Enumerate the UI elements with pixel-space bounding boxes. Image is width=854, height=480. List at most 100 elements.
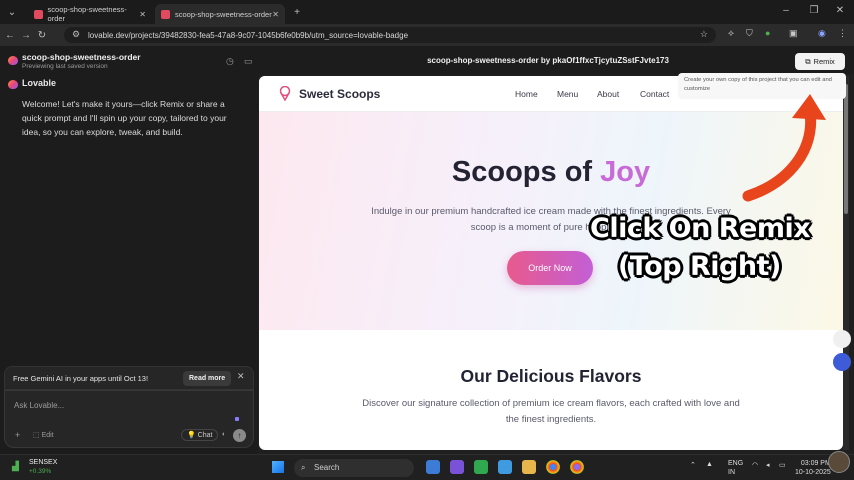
chat-label: Chat	[197, 432, 213, 439]
language-indicator[interactable]: ENG IN	[728, 459, 743, 477]
puzzle-icon[interactable]: ▣	[789, 28, 798, 39]
add-icon[interactable]: +	[15, 430, 20, 440]
nav-menu[interactable]: Menu	[557, 89, 578, 99]
minimize-icon[interactable]: –	[778, 5, 794, 16]
search-label: Search	[314, 463, 340, 472]
battery-icon[interactable]: ▭	[779, 461, 786, 469]
widgets-icon[interactable]	[426, 460, 440, 474]
taskbar-search[interactable]: ⌕ Search	[294, 459, 414, 477]
lovable-logo-icon	[8, 56, 18, 65]
time-label: 03:09 PM	[800, 460, 831, 467]
notes-icon[interactable]	[498, 460, 512, 474]
start-icon[interactable]	[272, 461, 284, 473]
close-window-icon[interactable]: ✕	[832, 5, 848, 16]
project-status: Previewing last saved version	[22, 63, 108, 70]
browser-toolbar: ← → ↻ ⚙ lovable.dev/projects/39482830-fe…	[0, 24, 854, 46]
forward-icon[interactable]: →	[18, 30, 34, 41]
wifi-icon[interactable]: ◠	[752, 461, 758, 469]
send-icon[interactable]: ↑	[233, 429, 246, 442]
lang-label: ENG	[728, 460, 744, 467]
history-icon[interactable]: ◷	[226, 56, 234, 67]
chrome-icon[interactable]	[546, 460, 560, 474]
read-more-button[interactable]: Read more	[183, 371, 232, 386]
windows-taskbar: ▟ SENSEX +0.39% ⌕ Search ⌃ ▲ ENG IN ◠ ◂ …	[0, 451, 854, 480]
lovable-favicon-icon	[161, 9, 170, 19]
project-dropdown-icon[interactable]: ⌄	[132, 52, 138, 60]
welcome-message: Welcome! Let's make it yours—click Remix…	[22, 99, 227, 137]
site-info-icon[interactable]: ⚙	[72, 29, 80, 40]
discord-widget-icon[interactable]	[833, 353, 851, 371]
ask-placeholder: Ask Lovable...	[14, 401, 65, 410]
ice-cream-icon	[279, 86, 291, 101]
date-label: 10-10-2025	[795, 469, 831, 476]
gemini-banner: Free Gemini AI in your apps until Oct 13…	[4, 366, 254, 390]
ask-lovable-input[interactable]: Ask Lovable... + ⬚ Edit 💡 Chat ◖ ↑	[4, 390, 254, 448]
webcam-avatar	[828, 451, 850, 473]
flavors-subtitle: Discover our signature collection of pre…	[362, 398, 740, 425]
region-label: IN	[728, 469, 735, 476]
hero-title-main: Scoops of	[451, 156, 593, 188]
nav-home[interactable]: Home	[515, 89, 538, 99]
sidebar-toggle-icon[interactable]: ▭	[244, 56, 253, 67]
chrome-profile-icon[interactable]	[570, 460, 584, 474]
banner-text: Free Gemini AI in your apps until Oct 13…	[13, 373, 149, 383]
bookmark-star-icon[interactable]: ☆	[700, 29, 708, 40]
tray-chevron-icon[interactable]: ⌃	[690, 461, 696, 469]
remix-label: Remix	[813, 57, 835, 66]
google-icon[interactable]: ●	[765, 28, 770, 38]
lovable-favicon-icon	[34, 9, 43, 19]
remix-icon: ⧉	[805, 56, 811, 66]
url-text: lovable.dev/projects/39482830-fea5-47a8-…	[88, 30, 409, 40]
profile-icon[interactable]: ◉	[818, 28, 826, 39]
cursor-dot-icon	[235, 417, 239, 421]
caption-line-2: (Top Right)	[618, 251, 781, 282]
shield-icon[interactable]: ⛉	[746, 28, 753, 39]
tab-close-icon[interactable]: ✕	[272, 10, 279, 19]
extension-widget-icon[interactable]	[833, 330, 851, 348]
caption-line-1: Click On Remix	[590, 213, 811, 244]
flavors-title: Our Delicious Flavors	[460, 366, 642, 386]
back-icon[interactable]: ←	[2, 30, 18, 41]
edit-button[interactable]: ⬚ Edit	[33, 431, 54, 439]
browser-tab-strip: ⌄ scoop-shop-sweetness-order ✕ scoop-sho…	[0, 0, 854, 24]
tab-label: scoop-shop-sweetness-order	[47, 5, 127, 23]
scrollbar-thumb[interactable]	[844, 84, 848, 214]
address-bar[interactable]: ⚙ lovable.dev/projects/39482830-fea5-47a…	[64, 27, 716, 43]
site-brand[interactable]: Sweet Scoops	[299, 87, 380, 101]
file-explorer-icon[interactable]	[522, 460, 536, 474]
preview-title: scoop-shop-sweetness-order by pkaOf1ffxc…	[427, 56, 669, 65]
app-icon-1[interactable]	[450, 460, 464, 474]
stock-chart-icon: ▟	[12, 461, 19, 471]
banner-close-icon[interactable]: ✕	[237, 371, 245, 382]
voice-icon[interactable]: ◖	[221, 431, 225, 438]
xbox-icon[interactable]	[474, 460, 488, 474]
volume-icon[interactable]: ◂	[766, 461, 770, 469]
order-now-button[interactable]: Order Now	[507, 251, 593, 285]
search-icon: ⌕	[301, 463, 306, 472]
new-tab-icon[interactable]: +	[289, 7, 305, 18]
preview-scrollbar[interactable]	[843, 76, 849, 450]
ticker-change: +0.39%	[29, 468, 52, 475]
reload-icon[interactable]: ↻	[34, 30, 50, 41]
tray-app-icon[interactable]: ▲	[706, 461, 713, 468]
tab-close-icon[interactable]: ✕	[139, 10, 146, 19]
sender-name: Lovable	[22, 78, 57, 88]
maximize-icon[interactable]: ❐	[806, 5, 822, 16]
annotation-arrow-icon	[742, 94, 826, 202]
tab-list-chevron-icon[interactable]: ⌄	[4, 7, 20, 18]
browser-tab-2[interactable]: scoop-shop-sweetness-order ✕	[155, 4, 285, 24]
remix-button[interactable]: ⧉ Remix	[795, 53, 845, 70]
edit-label: Edit	[41, 432, 54, 439]
nav-contact[interactable]: Contact	[640, 89, 669, 99]
clock[interactable]: 03:09 PM 10-10-2025	[795, 459, 831, 477]
hero-title-accent: Joy	[600, 156, 651, 188]
extension-icon[interactable]: ⟡	[728, 28, 734, 39]
tab-label: scoop-shop-sweetness-order	[175, 9, 272, 19]
nav-about[interactable]: About	[597, 89, 619, 99]
lovable-avatar-icon	[8, 80, 18, 89]
browser-tab-1[interactable]: scoop-shop-sweetness-order ✕	[28, 4, 152, 24]
project-name[interactable]: scoop-shop-sweetness-order	[22, 52, 141, 62]
chat-button[interactable]: 💡 Chat	[181, 429, 219, 441]
ticker-name[interactable]: SENSEX	[29, 459, 57, 466]
menu-dots-icon[interactable]: ⋮	[838, 28, 847, 39]
